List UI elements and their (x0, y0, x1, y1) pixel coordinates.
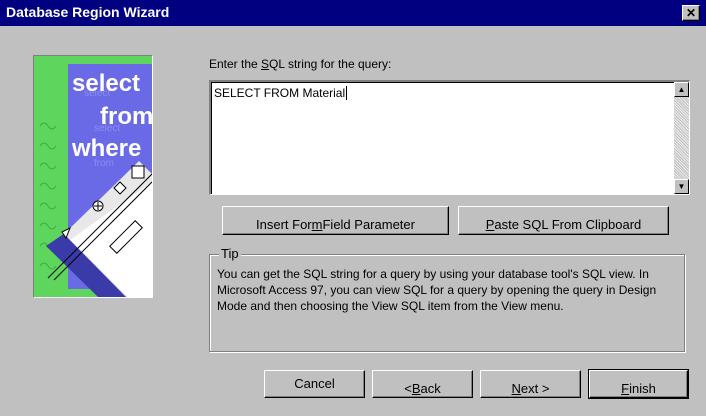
illustration-word: select (72, 70, 140, 97)
close-button[interactable]: ✕ (682, 5, 700, 21)
illustration-word: where (71, 135, 141, 162)
window-title: Database Region Wizard (6, 4, 170, 20)
back-button[interactable]: < Back (372, 370, 473, 398)
scroll-up-button[interactable]: ▲ (674, 82, 689, 97)
arrow-up-icon: ▲ (677, 85, 686, 94)
sql-input[interactable]: SELECT FROM Material ▲ ▼ (209, 80, 690, 195)
close-icon: ✕ (685, 6, 697, 20)
tip-text: You can get the SQL string for a query b… (217, 267, 657, 313)
sql-input-text[interactable]: SELECT FROM Material (214, 86, 348, 100)
illustration-word: from (100, 103, 152, 130)
next-button[interactable]: Next > (480, 370, 581, 398)
title-bar: Database Region Wizard ✕ (0, 0, 706, 26)
sql-illustration-graphic: selectselectfrom select from where (34, 56, 152, 297)
tip-legend: Tip (219, 246, 241, 261)
sql-prompt-label: Enter the SQL string for the query: (209, 57, 392, 71)
text-caret (346, 86, 348, 100)
paste-sql-from-clipboard-button[interactable]: Paste SQL From Clipboard (458, 206, 669, 235)
arrow-down-icon: ▼ (677, 182, 686, 191)
scroll-down-button[interactable]: ▼ (674, 179, 689, 194)
insert-form-field-parameter-button[interactable]: Insert Form Field Parameter (222, 206, 449, 235)
vertical-scrollbar[interactable]: ▲ ▼ (674, 82, 689, 194)
cancel-button[interactable]: Cancel (264, 370, 365, 398)
wizard-illustration: select select from select from where (33, 55, 153, 298)
finish-button[interactable]: Finish (588, 369, 689, 399)
